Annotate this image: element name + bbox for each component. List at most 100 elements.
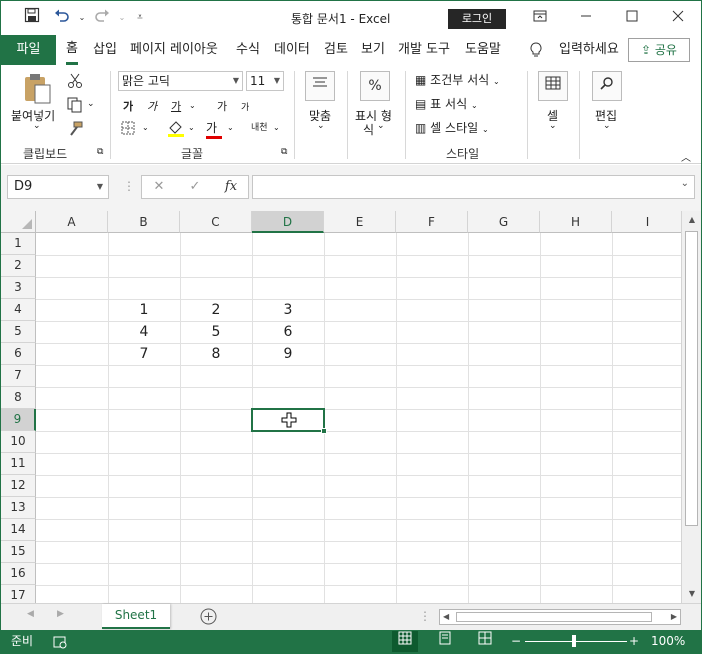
undo-dropdown-icon[interactable]: ⌄ <box>71 7 93 29</box>
italic-button[interactable]: 가 <box>147 98 157 114</box>
scroll-down-icon[interactable]: ▼ <box>682 589 702 598</box>
insert-function-icon[interactable]: fx <box>216 176 246 198</box>
tab-view[interactable]: 보기 <box>361 35 385 65</box>
cells-dropdown-icon[interactable]: ⌄ <box>549 121 557 131</box>
scroll-sheets-right-icon[interactable]: ▶ <box>57 609 64 619</box>
zoom-out-icon[interactable]: − <box>511 630 521 653</box>
row-header-7[interactable]: 7 <box>1 365 36 387</box>
column-header-g[interactable]: G <box>468 211 540 233</box>
cell-c4[interactable]: 2 <box>180 299 252 321</box>
zoom-level[interactable]: 100% <box>651 630 685 653</box>
shrink-font-button[interactable]: 가 <box>241 100 249 113</box>
underline-dropdown-icon[interactable]: ⌄ <box>189 101 196 110</box>
editing-dropdown-icon[interactable]: ⌄ <box>603 121 611 131</box>
alignment-dropdown-icon[interactable]: ⌄ <box>317 121 325 131</box>
row-header-5[interactable]: 5 <box>1 321 36 343</box>
customize-quick-access-icon[interactable]: ⩡ <box>129 7 151 29</box>
scroll-right-icon[interactable]: ▶ <box>671 610 677 624</box>
column-header-e[interactable]: E <box>324 211 396 233</box>
collapse-ribbon-icon[interactable]: ︿ <box>681 149 691 164</box>
save-icon[interactable] <box>21 7 43 29</box>
horizontal-scroll-thumb[interactable] <box>456 612 652 622</box>
name-box[interactable]: D9 ▼ <box>7 175 109 199</box>
vertical-scrollbar[interactable]: ▲ ▼ <box>681 211 701 603</box>
cut-icon[interactable] <box>67 73 83 92</box>
copy-icon[interactable] <box>67 97 83 116</box>
tab-formulas[interactable]: 수식 <box>236 35 260 65</box>
clipboard-dialog-launcher-icon[interactable]: ⧉ <box>97 147 103 157</box>
zoom-slider[interactable] <box>525 641 627 642</box>
font-size-select[interactable]: 11 ▼ <box>246 71 284 91</box>
cell-c5[interactable]: 5 <box>180 321 252 343</box>
scroll-thumb[interactable] <box>685 231 698 526</box>
font-name-select[interactable]: 맑은 고딕 ▼ <box>118 71 243 91</box>
row-header-9[interactable]: 9 <box>1 409 36 431</box>
paste-dropdown-icon[interactable]: ⌄ <box>33 121 41 131</box>
accessibility-icon[interactable] <box>53 630 67 653</box>
phonetic-dropdown-icon[interactable]: ⌄ <box>273 123 280 132</box>
tab-data[interactable]: 데이터 <box>274 35 310 65</box>
column-header-h[interactable]: H <box>540 211 612 233</box>
undo-icon[interactable] <box>51 7 73 29</box>
search-icon[interactable] <box>592 71 622 101</box>
cell-d5[interactable]: 6 <box>252 321 324 343</box>
grow-font-button[interactable]: 가 <box>217 98 227 114</box>
row-header-10[interactable]: 10 <box>1 431 36 453</box>
fill-color-dropdown-icon[interactable]: ⌄ <box>188 123 195 132</box>
scroll-sheets-left-icon[interactable]: ◀ <box>27 609 34 619</box>
tab-review[interactable]: 검토 <box>324 35 348 65</box>
row-header-11[interactable]: 11 <box>1 453 36 475</box>
cell-styles-button[interactable]: ▥ 셀 스타일 ⌄ <box>415 119 489 136</box>
redo-icon[interactable] <box>91 7 113 29</box>
fill-handle[interactable] <box>321 428 327 434</box>
column-header-a[interactable]: A <box>36 211 108 233</box>
row-header-12[interactable]: 12 <box>1 475 36 497</box>
normal-view-icon[interactable] <box>392 631 418 652</box>
cell-b5[interactable]: 4 <box>108 321 180 343</box>
tab-home[interactable]: 홈 <box>66 35 78 65</box>
lightbulb-icon[interactable] <box>529 35 543 65</box>
paste-icon[interactable] <box>21 73 53 108</box>
row-header-16[interactable]: 16 <box>1 563 36 585</box>
format-as-table-button[interactable]: ▤ 표 서식 ⌄ <box>415 95 478 112</box>
login-button[interactable]: 로그인 <box>448 9 506 29</box>
number-format-label-line2[interactable]: 식 <box>363 121 374 138</box>
percent-icon[interactable]: % <box>360 71 390 101</box>
bold-button[interactable]: 가 <box>123 98 133 114</box>
column-header-d[interactable]: D <box>252 211 324 233</box>
tab-insert[interactable]: 삽입 <box>93 35 117 65</box>
tab-help[interactable]: 도움말 <box>465 35 501 65</box>
column-header-f[interactable]: F <box>396 211 468 233</box>
maximize-icon[interactable] <box>609 5 655 31</box>
close-icon[interactable] <box>655 5 701 31</box>
font-dialog-launcher-icon[interactable]: ⧉ <box>281 147 287 157</box>
cell-b6[interactable]: 7 <box>108 343 180 365</box>
minimize-icon[interactable] <box>563 5 609 31</box>
cancel-icon[interactable]: ✕ <box>144 176 174 198</box>
borders-icon[interactable] <box>121 121 135 138</box>
column-header-i[interactable]: I <box>612 211 681 233</box>
number-dropdown-icon[interactable]: ⌄ <box>377 121 385 131</box>
add-sheet-icon[interactable] <box>200 608 217 628</box>
row-header-1[interactable]: 1 <box>1 233 36 255</box>
cell-b4[interactable]: 1 <box>108 299 180 321</box>
zoom-in-icon[interactable]: + <box>629 630 639 653</box>
formula-input[interactable]: ⌄ <box>252 175 695 199</box>
row-header-17[interactable]: 17 <box>1 585 36 603</box>
scroll-left-icon[interactable]: ◀ <box>443 610 449 624</box>
page-break-preview-icon[interactable] <box>472 631 498 652</box>
expand-formula-bar-icon[interactable]: ⌄ <box>681 178 689 189</box>
sheet-tab-sheet1[interactable]: Sheet1 <box>102 604 170 629</box>
row-header-4[interactable]: 4 <box>1 299 36 321</box>
tab-developer[interactable]: 개발 도구 <box>398 35 450 65</box>
page-layout-view-icon[interactable] <box>432 631 458 652</box>
share-button[interactable]: ⇪ 공유 <box>628 38 690 62</box>
cells-icon[interactable] <box>538 71 568 101</box>
row-header-6[interactable]: 6 <box>1 343 36 365</box>
column-header-c[interactable]: C <box>180 211 252 233</box>
row-header-3[interactable]: 3 <box>1 277 36 299</box>
enter-icon[interactable]: ✓ <box>180 176 210 198</box>
font-color-dropdown-icon[interactable]: ⌄ <box>227 123 234 132</box>
underline-button[interactable]: 가 <box>171 98 181 114</box>
ribbon-display-options-icon[interactable] <box>517 5 563 31</box>
